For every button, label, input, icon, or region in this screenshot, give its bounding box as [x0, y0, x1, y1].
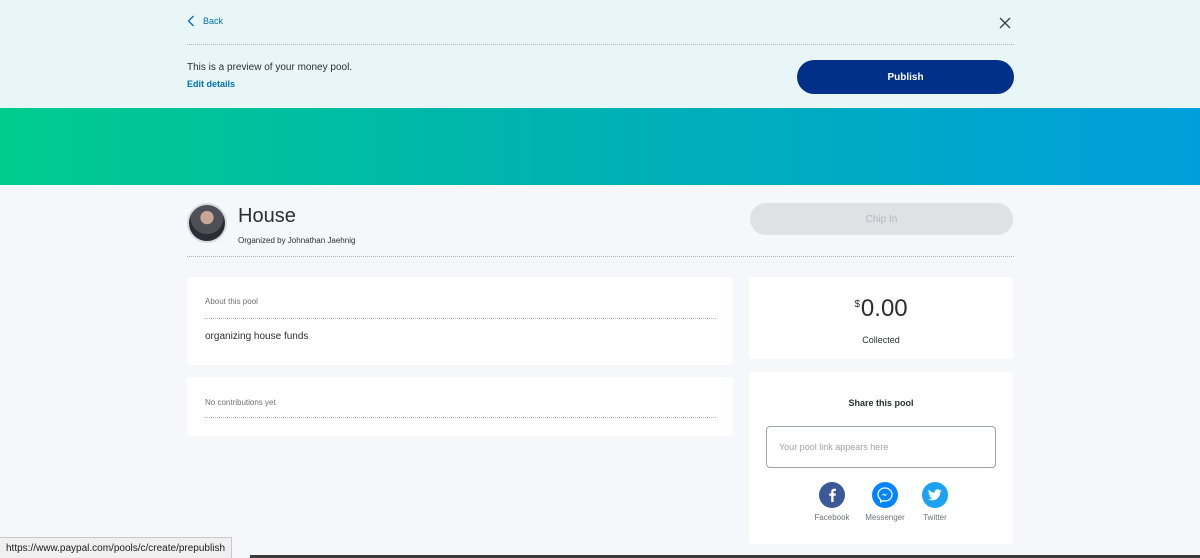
- back-label: Back: [203, 16, 224, 26]
- collected-label: Collected: [862, 335, 900, 345]
- chip-in-button[interactable]: Chip In: [750, 203, 1013, 235]
- amount-value: 0.00: [860, 295, 908, 322]
- collected-amount: $ 0.00: [749, 295, 1013, 323]
- organizer-text: Organized by Johnathan Jaehnig: [238, 236, 356, 245]
- contributions-empty-text: No contributions yet: [205, 398, 276, 407]
- chevron-left-icon: [187, 15, 194, 27]
- about-card: About this pool organizing house funds: [187, 277, 733, 365]
- about-description: organizing house funds: [205, 331, 309, 342]
- twitter-icon: [922, 482, 948, 508]
- collected-card: $ 0.00 Collected: [749, 277, 1013, 359]
- publish-button[interactable]: Publish: [797, 60, 1014, 94]
- pool-title: House: [238, 205, 296, 227]
- preview-header-inner: Back This is a preview of your money poo…: [187, 0, 1014, 108]
- share-title: Share this pool: [848, 398, 914, 408]
- edit-details-link[interactable]: Edit details: [187, 79, 235, 89]
- contributions-card: No contributions yet: [187, 377, 733, 436]
- close-icon[interactable]: [998, 16, 1012, 30]
- divider: [187, 44, 1014, 45]
- divider: [205, 318, 716, 319]
- pool-link-input[interactable]: [766, 426, 996, 468]
- messenger-icon: [872, 482, 898, 508]
- share-messenger-button[interactable]: Messenger: [865, 482, 905, 522]
- divider: [205, 417, 716, 418]
- share-card: Share this pool Facebook Messenger Twitt…: [749, 372, 1013, 544]
- avatar: [187, 203, 227, 243]
- preview-header: Back This is a preview of your money poo…: [0, 0, 1200, 108]
- about-heading: About this pool: [205, 297, 258, 306]
- browser-status-url: https://www.paypal.com/pools/c/create/pr…: [0, 537, 232, 558]
- share-facebook-button[interactable]: Facebook: [812, 482, 852, 522]
- facebook-label: Facebook: [814, 513, 850, 522]
- facebook-icon: [819, 482, 845, 508]
- twitter-label: Twitter: [923, 513, 947, 522]
- preview-notice: This is a preview of your money pool.: [187, 62, 353, 73]
- share-twitter-button[interactable]: Twitter: [915, 482, 955, 522]
- currency-symbol: $: [854, 299, 860, 310]
- pool-banner: [0, 108, 1200, 185]
- divider: [187, 256, 1014, 257]
- back-link[interactable]: Back: [187, 15, 223, 27]
- messenger-label: Messenger: [865, 513, 905, 522]
